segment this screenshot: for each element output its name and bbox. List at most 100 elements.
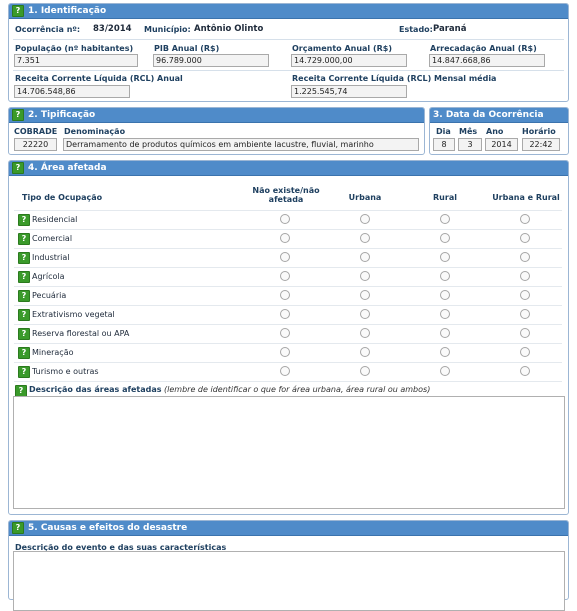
radio-rural[interactable] xyxy=(440,233,450,243)
radio-nao-existe[interactable] xyxy=(280,271,290,281)
descricao-evento-textarea[interactable] xyxy=(13,551,565,611)
horario-field[interactable]: 22:42 xyxy=(522,138,560,151)
radio-urbana-rural[interactable] xyxy=(520,252,530,262)
help-icon[interactable]: ? xyxy=(18,328,30,340)
identificacao-header: ? 1. Identificação xyxy=(9,4,568,19)
table-row-label: Industrial xyxy=(32,253,70,262)
radio-nao-existe[interactable] xyxy=(280,328,290,338)
arrecadacao-label: Arrecadação Anual (R$) xyxy=(430,44,537,53)
radio-nao-existe[interactable] xyxy=(280,214,290,224)
table-row-divider xyxy=(14,381,562,382)
rcl-anual-field[interactable]: 14.706.548,86 xyxy=(14,85,130,98)
rcl-anual-label: Receita Corrente Líquida (RCL) Anual xyxy=(15,74,183,83)
help-icon[interactable]: ? xyxy=(12,109,24,121)
radio-rural[interactable] xyxy=(440,366,450,376)
help-icon[interactable]: ? xyxy=(18,214,30,226)
ano-field[interactable]: 2014 xyxy=(485,138,518,151)
radio-urbana[interactable] xyxy=(360,290,370,300)
help-icon[interactable]: ? xyxy=(18,366,30,378)
radio-urbana[interactable] xyxy=(360,214,370,224)
col-tipo-ocupacao: Tipo de Ocupação xyxy=(22,193,103,202)
table-row-label: Extrativismo vegetal xyxy=(32,310,115,319)
radio-nao-existe[interactable] xyxy=(280,366,290,376)
table-row-divider xyxy=(14,286,562,287)
radio-rural[interactable] xyxy=(440,347,450,357)
horario-label: Horário xyxy=(522,127,556,136)
table-row-divider xyxy=(14,362,562,363)
help-icon[interactable]: ? xyxy=(18,347,30,359)
radio-urbana-rural[interactable] xyxy=(520,328,530,338)
area-afetada-title: 4. Área afetada xyxy=(28,163,107,173)
radio-nao-existe[interactable] xyxy=(280,252,290,262)
tipificacao-title: 2. Tipificação xyxy=(28,110,96,120)
arrecadacao-field[interactable]: 14.847.668,86 xyxy=(429,54,545,67)
radio-urbana[interactable] xyxy=(360,347,370,357)
radio-urbana[interactable] xyxy=(360,252,370,262)
estado-label: Estado: xyxy=(399,25,433,34)
help-icon[interactable]: ? xyxy=(12,5,24,17)
radio-rural[interactable] xyxy=(440,214,450,224)
radio-rural[interactable] xyxy=(440,290,450,300)
radio-urbana-rural[interactable] xyxy=(520,290,530,300)
identificacao-panel: ? 1. Identificação Ocorrência nº: 83/201… xyxy=(8,3,569,102)
radio-urbana-rural[interactable] xyxy=(520,309,530,319)
mes-field[interactable]: 3 xyxy=(458,138,482,151)
radio-rural[interactable] xyxy=(440,328,450,338)
pib-field[interactable]: 96.789.000 xyxy=(153,54,269,67)
help-icon[interactable]: ? xyxy=(18,290,30,302)
denominacao-field[interactable]: Derramamento de produtos químicos em amb… xyxy=(63,138,419,151)
data-ocorrencia-header: 3. Data da Ocorrência xyxy=(430,108,568,123)
radio-urbana[interactable] xyxy=(360,233,370,243)
radio-urbana[interactable] xyxy=(360,271,370,281)
radio-urbana-rural[interactable] xyxy=(520,347,530,357)
radio-nao-existe[interactable] xyxy=(280,309,290,319)
help-icon[interactable]: ? xyxy=(18,252,30,264)
cobrade-field[interactable]: 22220 xyxy=(14,138,57,151)
table-row-label: Reserva florestal ou APA xyxy=(32,329,130,338)
radio-urbana[interactable] xyxy=(360,309,370,319)
table-row-divider xyxy=(14,267,562,268)
table-row-divider xyxy=(14,343,562,344)
rcl-mensal-field[interactable]: 1.225.545,74 xyxy=(291,85,407,98)
populacao-label: População (nº habitantes) xyxy=(15,44,134,53)
ocorrencia-label: Ocorrência nº: xyxy=(15,25,81,34)
col-nao-existe: Não existe/não afetada xyxy=(252,186,320,204)
radio-urbana-rural[interactable] xyxy=(520,214,530,224)
descricao-areas-textarea[interactable] xyxy=(13,396,565,509)
estado-value: Paraná xyxy=(433,24,467,34)
radio-urbana-rural[interactable] xyxy=(520,233,530,243)
help-icon[interactable]: ? xyxy=(18,309,30,321)
table-header-divider xyxy=(14,210,562,211)
orcamento-label: Orçamento Anual (R$) xyxy=(292,44,392,53)
causas-efeitos-title: 5. Causas e efeitos do desastre xyxy=(28,523,188,533)
populacao-field[interactable]: 7.351 xyxy=(14,54,138,67)
radio-urbana[interactable] xyxy=(360,328,370,338)
radio-urbana-rural[interactable] xyxy=(520,366,530,376)
radio-nao-existe[interactable] xyxy=(280,233,290,243)
radio-nao-existe[interactable] xyxy=(280,347,290,357)
radio-rural[interactable] xyxy=(440,271,450,281)
mes-label: Mês xyxy=(459,127,478,136)
area-afetada-header: ? 4. Área afetada xyxy=(9,161,568,176)
municipio-value: Antônio Olinto xyxy=(194,24,264,34)
rcl-mensal-label: Receita Corrente Líquida (RCL) Mensal mé… xyxy=(292,74,497,83)
ocorrencia-value: 83/2014 xyxy=(93,24,132,34)
table-row-label: Pecuária xyxy=(32,291,67,300)
radio-urbana[interactable] xyxy=(360,366,370,376)
dia-label: Dia xyxy=(436,127,451,136)
help-icon[interactable]: ? xyxy=(12,162,24,174)
table-row-divider xyxy=(14,248,562,249)
radio-urbana-rural[interactable] xyxy=(520,271,530,281)
orcamento-field[interactable]: 14.729.000,00 xyxy=(291,54,407,67)
radio-rural[interactable] xyxy=(440,252,450,262)
radio-nao-existe[interactable] xyxy=(280,290,290,300)
help-icon[interactable]: ? xyxy=(18,271,30,283)
descricao-areas-label: Descrição das áreas afetadas xyxy=(29,385,162,394)
tipificacao-header: ? 2. Tipificação xyxy=(9,108,424,123)
table-row-label: Comercial xyxy=(32,234,73,243)
descricao-areas-label-group: Descrição das áreas afetadas (lembre de … xyxy=(29,385,430,394)
help-icon[interactable]: ? xyxy=(12,522,24,534)
radio-rural[interactable] xyxy=(440,309,450,319)
dia-field[interactable]: 8 xyxy=(433,138,455,151)
help-icon[interactable]: ? xyxy=(18,233,30,245)
